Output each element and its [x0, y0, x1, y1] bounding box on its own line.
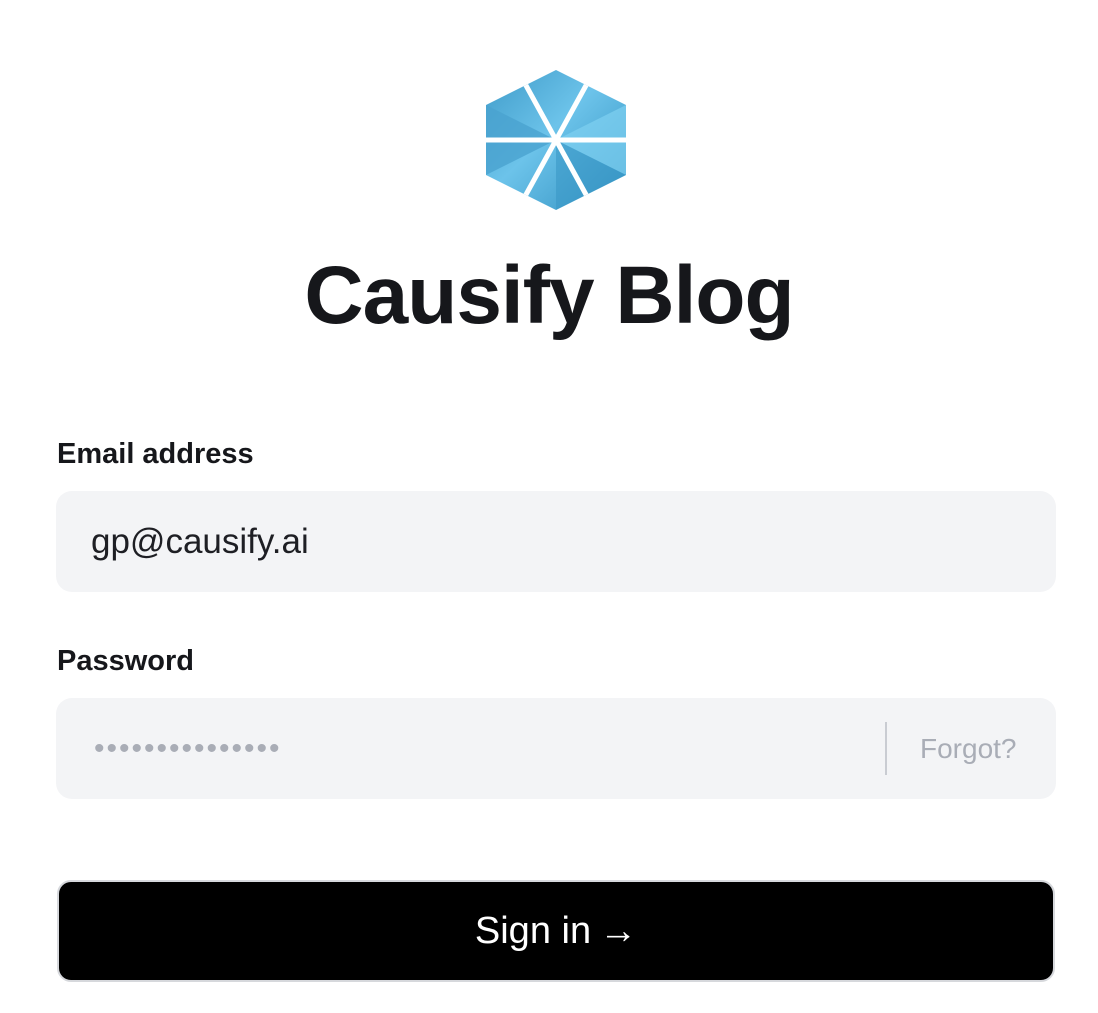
- password-divider: [885, 722, 887, 775]
- sign-in-button[interactable]: Sign in →: [57, 880, 1055, 982]
- email-label: Email address: [57, 438, 254, 470]
- sign-in-label: Sign in: [474, 910, 592, 952]
- causify-logo-icon: [486, 70, 626, 210]
- password-masked-value[interactable]: •••••••••••••••: [94, 698, 282, 799]
- page-title: Causify Blog: [304, 250, 794, 341]
- password-field[interactable]: ••••••••••••••• Forgot?: [56, 698, 1056, 799]
- email-value[interactable]: gp@causify.ai: [91, 491, 309, 592]
- password-label: Password: [57, 645, 194, 677]
- arrow-right-icon: →: [599, 910, 638, 952]
- email-field[interactable]: gp@causify.ai: [56, 491, 1056, 592]
- forgot-password-link[interactable]: Forgot?: [920, 698, 1017, 799]
